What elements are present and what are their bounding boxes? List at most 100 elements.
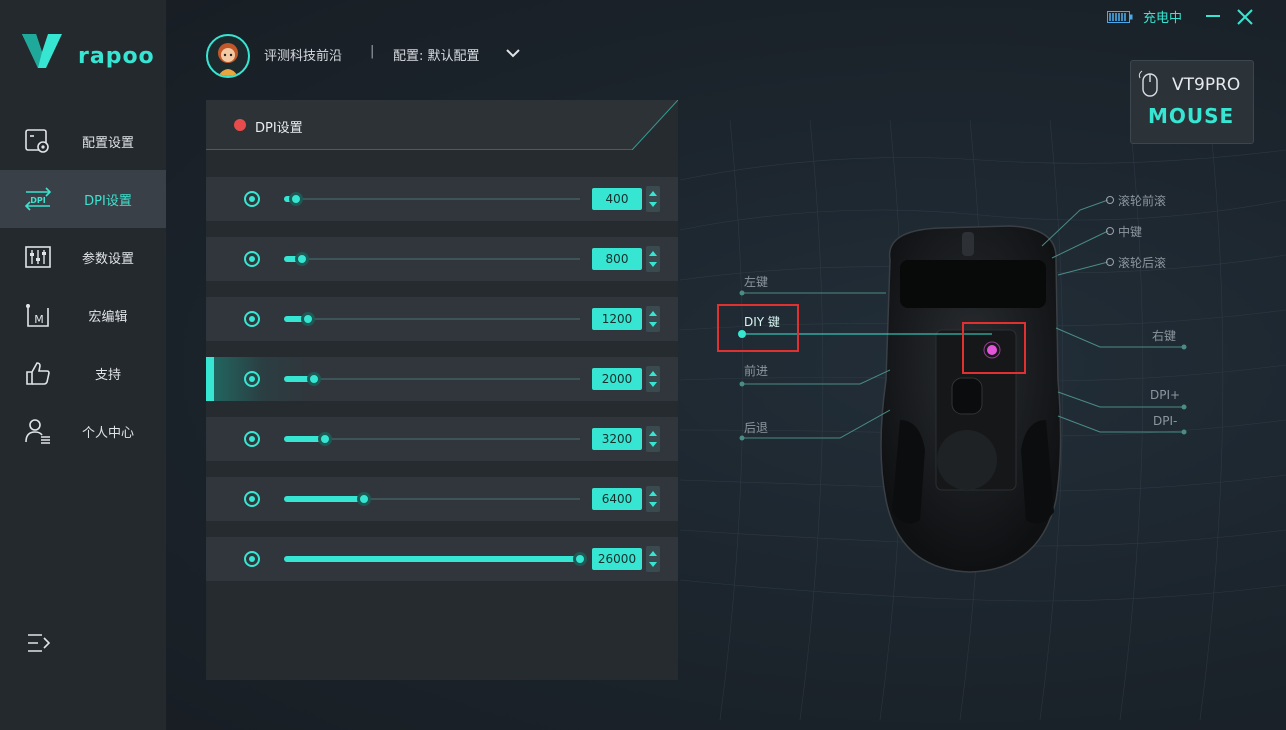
sidebar-item-label: 宏编辑	[88, 309, 128, 325]
step-up-icon	[649, 191, 657, 196]
dpi-value-field[interactable]: 2000	[592, 368, 642, 390]
dpi-level-row[interactable]: 1200	[206, 297, 678, 341]
step-up-icon	[649, 371, 657, 376]
sidebar-item-label: 配置设置	[81, 135, 134, 151]
device-model: VT9PRO	[1172, 75, 1241, 95]
panel-title: DPI设置	[255, 121, 303, 136]
dpi-slider-track[interactable]	[284, 318, 580, 320]
sidebar-item-support[interactable]: 支持	[0, 344, 166, 402]
chevron-down-icon[interactable]	[505, 46, 521, 60]
dpi-value-field[interactable]: 26000	[592, 548, 642, 570]
dpi-value-field[interactable]: 400	[592, 188, 642, 210]
dpi-level-row[interactable]: 2000	[206, 357, 678, 401]
dpi-level-row[interactable]: 400	[206, 177, 678, 221]
dpi-icon: DPI	[24, 187, 52, 211]
dpi-slider-track[interactable]	[284, 258, 580, 260]
dpi-level-row[interactable]: 3200	[206, 417, 678, 461]
step-down-icon	[649, 262, 657, 267]
dpi-level-row[interactable]: 6400	[206, 477, 678, 521]
step-down-icon	[649, 322, 657, 327]
dpi-value-field[interactable]: 3200	[592, 428, 642, 450]
label-scroll-back[interactable]: 滚轮后滚	[1118, 254, 1166, 271]
label-dpi-plus[interactable]: DPI+	[1150, 388, 1180, 402]
minimize-icon[interactable]	[1205, 9, 1221, 23]
diy-button-highlight	[962, 322, 1026, 374]
dpi-level-radio[interactable]	[244, 251, 260, 267]
sidebar-item-label: 个人中心	[81, 425, 134, 441]
brand-name: rapoo	[78, 44, 155, 69]
dpi-level-row[interactable]: 26000	[206, 537, 678, 581]
dpi-stepper[interactable]	[646, 426, 660, 452]
sidebar-item-parameter-settings[interactable]: 参数设置	[0, 228, 166, 286]
sidebar-item-label: 参数设置	[81, 251, 134, 267]
svg-text:DPI: DPI	[30, 196, 46, 205]
dpi-value-field[interactable]: 800	[592, 248, 642, 270]
dpi-slider-track[interactable]	[284, 198, 580, 200]
sidebar-item-label: DPI设置	[84, 193, 132, 209]
dpi-level-radio[interactable]	[244, 371, 260, 387]
avatar[interactable]	[206, 34, 250, 78]
dpi-stepper[interactable]	[646, 546, 660, 572]
dpi-level-row[interactable]: 800	[206, 237, 678, 281]
sidebar-nav: 配置设置 DPI DPI设置 参数设置 M 宏编辑 支持 个人中心	[0, 112, 166, 460]
dpi-slider-track[interactable]	[284, 378, 580, 380]
label-left-button[interactable]: 左键	[744, 273, 768, 290]
rapoo-logo: rapoo	[20, 30, 154, 75]
v-logo-icon	[22, 34, 62, 68]
label-right-button[interactable]: 右键	[1152, 327, 1176, 344]
step-up-icon	[649, 431, 657, 436]
dpi-value-field[interactable]: 1200	[592, 308, 642, 330]
sidebar-item-macro-edit[interactable]: M 宏编辑	[0, 286, 166, 344]
close-icon[interactable]	[1236, 8, 1254, 26]
step-down-icon	[649, 202, 657, 207]
macro-icon: M	[26, 304, 49, 327]
dpi-level-radio[interactable]	[244, 431, 260, 447]
charging-status: 充电中	[1143, 11, 1183, 26]
dpi-level-radio[interactable]	[244, 551, 260, 567]
step-up-icon	[649, 311, 657, 316]
dpi-slider-thumb[interactable]	[307, 372, 321, 386]
label-forward-button[interactable]: 前进	[744, 362, 768, 379]
dpi-slider-thumb[interactable]	[573, 552, 587, 566]
profile-selector-label[interactable]: 配置: 默认配置	[393, 45, 480, 64]
dpi-stepper[interactable]	[646, 246, 660, 272]
thumbs-up-icon	[26, 362, 50, 385]
dpi-level-radio[interactable]	[244, 311, 260, 327]
step-up-icon	[649, 491, 657, 496]
dpi-slider-thumb[interactable]	[295, 252, 309, 266]
dpi-slider-thumb[interactable]	[357, 492, 371, 506]
dpi-slider-thumb[interactable]	[289, 192, 303, 206]
dpi-stepper[interactable]	[646, 366, 660, 392]
label-middle-button[interactable]: 中键	[1118, 223, 1142, 240]
dpi-level-radio[interactable]	[244, 491, 260, 507]
dpi-slider-thumb[interactable]	[318, 432, 332, 446]
battery-icon	[1107, 11, 1133, 23]
sidebar-item-label: 支持	[94, 367, 121, 383]
dpi-value-field[interactable]: 6400	[592, 488, 642, 510]
sidebar-item-user-center[interactable]: 个人中心	[0, 402, 166, 460]
sidebar: rapoo 配置设置 DPI DPI设置 参数设置 M 宏编辑 支持 个人中心	[0, 0, 166, 730]
sidebar-item-dpi-settings[interactable]: DPI DPI设置	[0, 170, 166, 228]
step-down-icon	[649, 562, 657, 567]
mouse-icon	[1138, 70, 1158, 97]
header-separator: |	[370, 44, 375, 59]
step-down-icon	[649, 382, 657, 387]
user-icon	[25, 419, 50, 444]
label-back-button[interactable]: 后退	[744, 419, 768, 436]
label-dpi-minus[interactable]: DPI-	[1153, 414, 1177, 428]
dpi-slider-thumb[interactable]	[301, 312, 315, 326]
step-down-icon	[649, 502, 657, 507]
dpi-stepper[interactable]	[646, 186, 660, 212]
step-up-icon	[649, 551, 657, 556]
dpi-stepper[interactable]	[646, 486, 660, 512]
svg-text:M: M	[34, 313, 44, 326]
menu-collapse-icon[interactable]	[26, 632, 52, 654]
profile-settings-icon	[25, 129, 49, 153]
sliders-icon	[25, 246, 51, 268]
sidebar-item-profile-settings[interactable]: 配置设置	[0, 112, 166, 170]
dpi-slider-fill	[284, 496, 364, 502]
dpi-level-radio[interactable]	[244, 191, 260, 207]
status-dot	[234, 119, 246, 131]
dpi-stepper[interactable]	[646, 306, 660, 332]
label-scroll-forward[interactable]: 滚轮前滚	[1118, 192, 1166, 209]
